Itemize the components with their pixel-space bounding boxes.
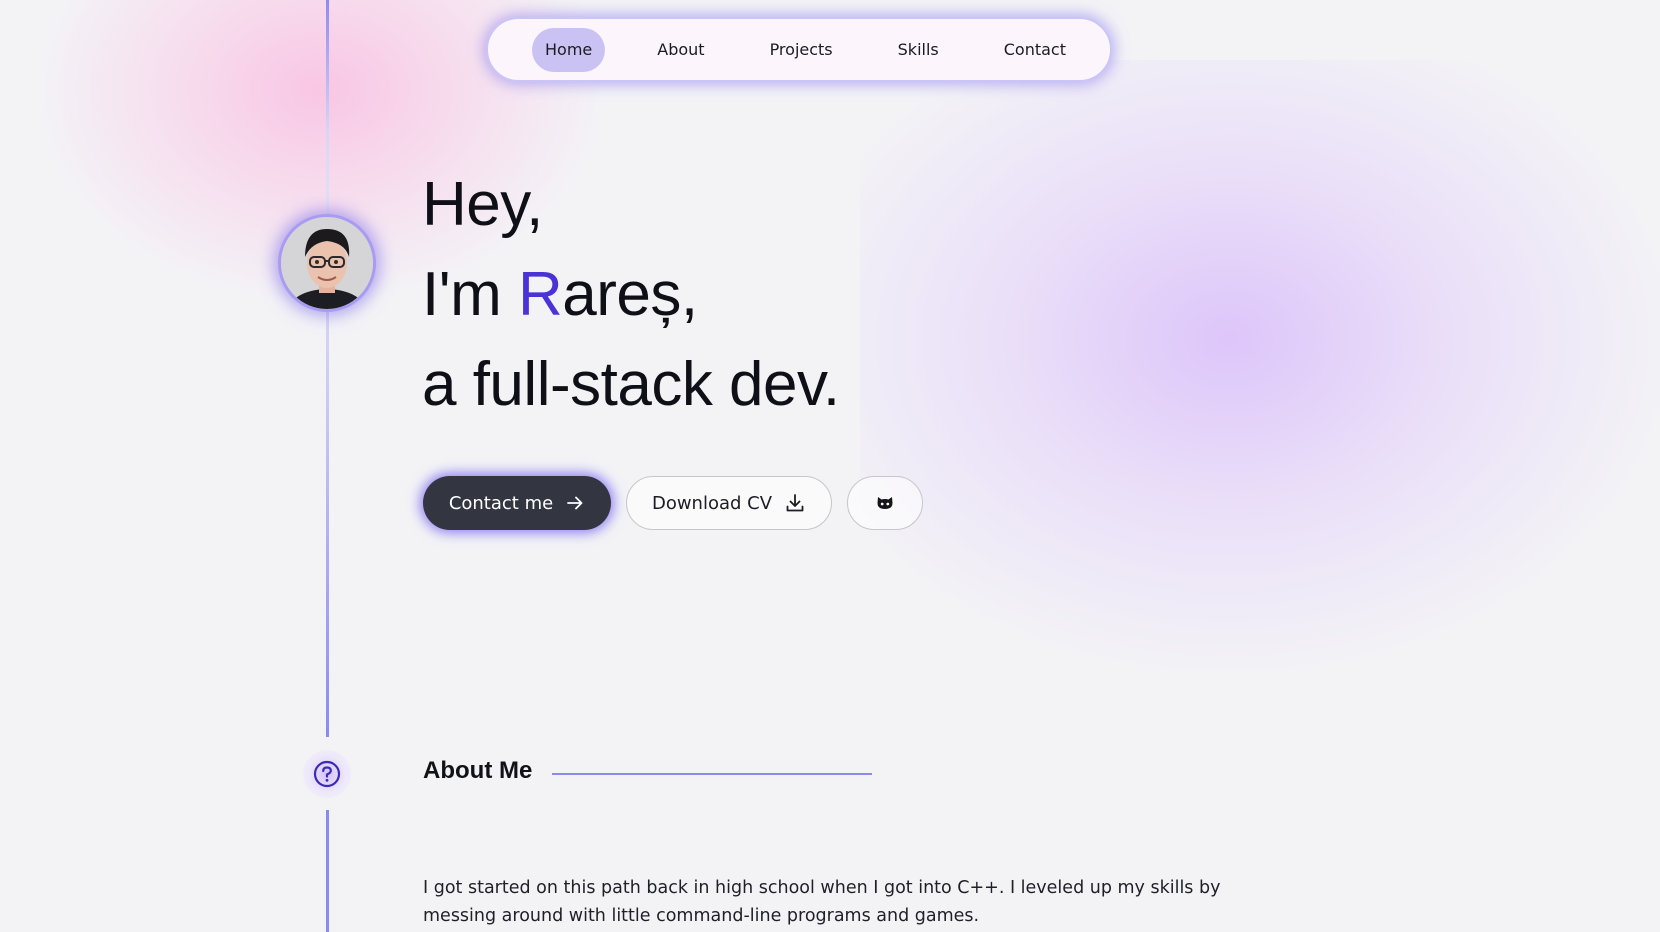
hero-heading: Hey, I'm Rareș, a full-stack dev. [422, 160, 840, 430]
hero-name-initial: R [517, 260, 563, 329]
download-icon [784, 492, 806, 514]
github-button[interactable] [847, 476, 923, 530]
navbar: Home About Projects Skills Contact [486, 17, 1112, 82]
about-section-title: About Me [423, 757, 533, 784]
hero-line-2: I'm Rareș, [422, 250, 840, 340]
about-title-divider [552, 773, 872, 775]
arrow-right-icon [565, 493, 585, 513]
timeline-line [326, 0, 329, 737]
nav-item-home[interactable]: Home [532, 27, 606, 72]
hero-name-rest: areș, [562, 260, 698, 329]
nav-item-about[interactable]: About [644, 28, 717, 72]
hero-line-2-prefix: I'm [422, 260, 518, 329]
nav-item-skills[interactable]: Skills [885, 28, 952, 72]
question-circle-icon [303, 750, 351, 798]
download-cv-label: Download CV [651, 492, 773, 514]
hero-line-3: a full-stack dev. [422, 350, 840, 419]
download-cv-button[interactable]: Download CV [626, 476, 832, 530]
nav-item-contact[interactable]: Contact [991, 28, 1079, 72]
contact-me-button[interactable]: Contact me [423, 476, 611, 530]
timeline-line-lower [326, 810, 329, 932]
about-paragraph: I got started on this path back in high … [423, 878, 1221, 926]
nav-item-projects[interactable]: Projects [757, 28, 846, 72]
github-icon [875, 494, 895, 512]
avatar-portrait [281, 217, 373, 309]
contact-me-label: Contact me [448, 492, 554, 514]
background-glow-purple [860, 60, 1660, 680]
avatar [278, 214, 376, 312]
hero-line-1: Hey, [422, 170, 543, 239]
